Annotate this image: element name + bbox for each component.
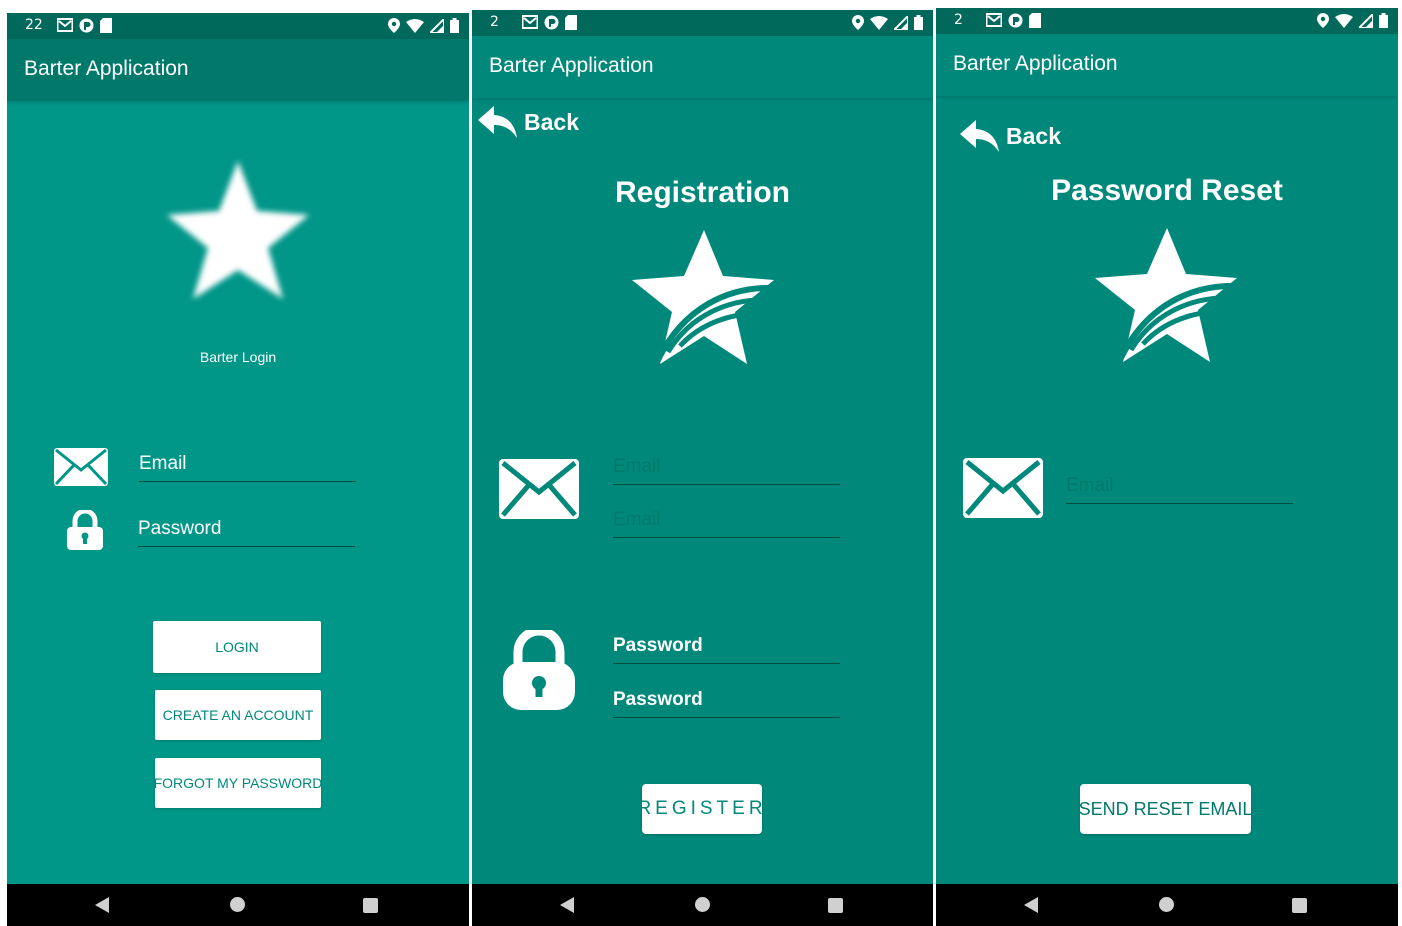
login-heading: Barter Login	[199, 349, 277, 365]
star-icon	[1095, 228, 1240, 362]
lock-icon	[503, 630, 575, 710]
nav-back-button[interactable]	[95, 897, 109, 913]
status-bar: 2	[472, 10, 933, 36]
status-time: 2	[490, 14, 499, 30]
lock-icon	[67, 510, 103, 550]
status-right-icons	[1317, 13, 1388, 28]
wifi-icon	[406, 18, 424, 33]
envelope-icon	[54, 448, 108, 486]
app-notification-icon	[1008, 13, 1023, 28]
navigation-bar	[472, 884, 933, 926]
gmail-icon	[57, 18, 73, 32]
status-bar: 2	[936, 8, 1398, 34]
location-icon	[1317, 13, 1329, 28]
sd-card-icon	[565, 15, 577, 30]
back-label: Back	[524, 108, 579, 135]
password-field[interactable]: Password	[138, 518, 355, 547]
signal-icon	[430, 18, 444, 33]
nav-home-button[interactable]	[1159, 897, 1174, 912]
battery-icon	[1379, 13, 1388, 28]
nav-home-button[interactable]	[230, 897, 245, 912]
back-label: Back	[1006, 122, 1061, 149]
email-field[interactable]: Email	[1066, 475, 1293, 504]
register-button-label: REGISTER	[637, 798, 767, 819]
login-screen: 22 Barter Application Barter Login Email	[7, 13, 469, 926]
location-icon	[852, 15, 864, 30]
navigation-bar	[7, 884, 469, 926]
app-toolbar: Barter Application	[472, 36, 933, 98]
nav-recents-button[interactable]	[1292, 898, 1307, 913]
battery-icon	[914, 15, 923, 30]
sd-card-icon	[1029, 13, 1041, 28]
back-button[interactable]: Back	[478, 106, 579, 138]
create-account-button[interactable]: CREATE AN ACCOUNT	[155, 690, 321, 740]
send-reset-email-button-label: SEND RESET EMAIL	[1078, 798, 1253, 819]
password-reset-heading: Password Reset	[1051, 174, 1283, 207]
status-left-icons	[522, 15, 577, 30]
app-title: Barter Application	[953, 52, 1118, 75]
password-reset-screen: 2 Barter Application Back Password Reset	[936, 8, 1398, 926]
nav-recents-button[interactable]	[828, 898, 843, 913]
location-icon	[388, 18, 400, 33]
star-icon	[167, 161, 309, 299]
email-field-placeholder: Email	[613, 456, 661, 477]
login-button[interactable]: LOGIN	[153, 621, 321, 673]
back-arrow-icon	[478, 106, 517, 138]
app-toolbar: Barter Application	[7, 39, 469, 101]
back-button[interactable]: Back	[960, 120, 1061, 152]
email-field-placeholder: Email	[1066, 475, 1114, 496]
registration-heading: Registration	[614, 176, 791, 209]
password-field-label: Password	[613, 635, 703, 656]
app-toolbar: Barter Application	[936, 34, 1398, 96]
forgot-password-button-label: FORGOT MY PASSWORD	[153, 775, 323, 791]
star-icon	[632, 230, 777, 364]
wifi-icon	[1335, 13, 1353, 28]
sd-card-icon	[100, 18, 112, 33]
envelope-icon	[963, 458, 1043, 518]
email-field[interactable]: Email	[139, 453, 356, 482]
wifi-icon	[870, 15, 888, 30]
confirm-password-field-label: Password	[613, 689, 703, 710]
navigation-bar	[936, 884, 1398, 926]
status-time: 2	[954, 12, 963, 28]
signal-icon	[1359, 13, 1373, 28]
status-time: 22	[25, 17, 43, 33]
app-title: Barter Application	[24, 57, 189, 80]
status-bar: 22	[7, 13, 469, 39]
nav-recents-button[interactable]	[363, 898, 378, 913]
login-button-label: LOGIN	[215, 639, 259, 655]
password-field[interactable]: Password	[613, 635, 840, 664]
forgot-password-button[interactable]: FORGOT MY PASSWORD	[153, 758, 323, 808]
back-arrow-icon	[960, 120, 999, 152]
status-left-icons	[57, 18, 112, 33]
signal-icon	[894, 15, 908, 30]
register-button[interactable]: REGISTER	[637, 784, 763, 834]
confirm-email-field[interactable]: Email	[613, 509, 840, 538]
nav-home-button[interactable]	[695, 897, 710, 912]
status-right-icons	[388, 18, 459, 33]
send-reset-email-button[interactable]: SEND RESET EMAIL	[1078, 784, 1253, 834]
battery-icon	[450, 18, 459, 33]
gmail-icon	[986, 13, 1002, 27]
gmail-icon	[522, 15, 538, 29]
app-notification-icon	[79, 18, 94, 33]
app-notification-icon	[544, 15, 559, 30]
email-field-label: Email	[139, 453, 187, 474]
confirm-email-field-placeholder: Email	[613, 509, 661, 530]
nav-back-button[interactable]	[560, 897, 574, 913]
registration-screen: 2 Barter Application Back Registration E…	[472, 10, 933, 926]
password-field-label: Password	[138, 518, 222, 539]
email-field[interactable]: Email	[613, 456, 840, 485]
status-left-icons	[986, 13, 1041, 28]
status-right-icons	[852, 15, 923, 30]
envelope-icon	[499, 459, 579, 519]
app-title: Barter Application	[489, 54, 654, 77]
nav-back-button[interactable]	[1024, 897, 1038, 913]
create-account-button-label: CREATE AN ACCOUNT	[162, 707, 314, 723]
confirm-password-field[interactable]: Password	[613, 689, 840, 718]
